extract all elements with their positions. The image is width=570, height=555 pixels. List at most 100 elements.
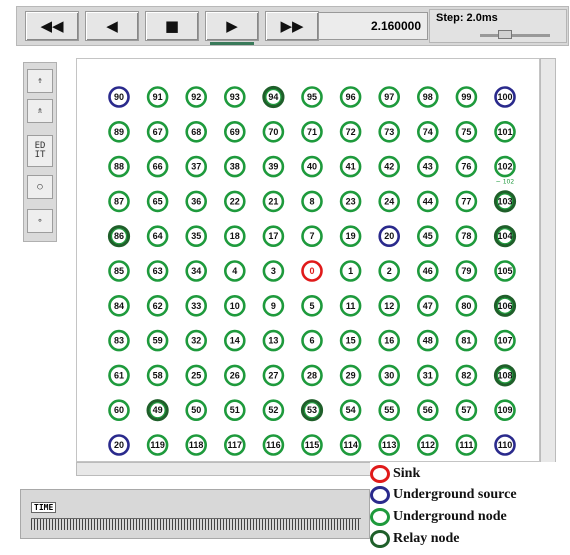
stop-button[interactable]: ■ xyxy=(145,11,199,41)
underground-node-9[interactable]: 9 xyxy=(262,295,285,317)
underground-node-27[interactable]: 27 xyxy=(262,364,285,387)
underground-node-60[interactable]: 60 xyxy=(108,399,130,422)
relay-node-49[interactable]: 49 xyxy=(146,399,169,422)
relay-node-108[interactable]: 108 xyxy=(493,364,517,387)
underground-node-22[interactable]: 22 xyxy=(224,190,246,213)
fast-forward-button[interactable]: ▶▶ xyxy=(265,11,319,41)
underground-node-50[interactable]: 50 xyxy=(185,399,207,422)
underground-node-68[interactable]: 68 xyxy=(185,121,207,143)
underground-node-74[interactable]: 74 xyxy=(416,121,439,143)
underground-node-102[interactable]: 102 xyxy=(494,155,516,178)
underground-node-17[interactable]: 17 xyxy=(262,225,285,247)
step-back-button[interactable]: ◀ xyxy=(85,11,139,41)
underground-node-97[interactable]: 97 xyxy=(378,86,401,108)
underground-node-119[interactable]: 119 xyxy=(146,434,169,456)
underground-node-117[interactable]: 117 xyxy=(224,434,246,456)
underground-node-70[interactable]: 70 xyxy=(262,121,285,143)
underground-node-81[interactable]: 81 xyxy=(455,329,478,352)
underground-node-5[interactable]: 5 xyxy=(301,295,323,317)
underground-node-48[interactable]: 48 xyxy=(416,329,439,352)
rewind-button[interactable]: ◀◀ xyxy=(25,11,79,41)
zoom-in-button[interactable]: ⇮ xyxy=(27,69,53,93)
underground-node-35[interactable]: 35 xyxy=(185,225,207,247)
underground-node-63[interactable]: 63 xyxy=(146,260,169,282)
timeline-ruler[interactable] xyxy=(31,518,361,530)
underground-node-42[interactable]: 42 xyxy=(378,155,401,178)
underground-node-65[interactable]: 65 xyxy=(146,190,169,213)
underground-node-61[interactable]: 61 xyxy=(108,364,130,387)
underground-node-96[interactable]: 96 xyxy=(339,86,362,108)
underground-node-80[interactable]: 80 xyxy=(455,295,478,317)
underground-node-105[interactable]: 105 xyxy=(494,260,516,282)
underground-node-41[interactable]: 41 xyxy=(339,155,362,178)
underground-node-34[interactable]: 34 xyxy=(185,260,207,282)
underground-node-7[interactable]: 7 xyxy=(301,225,323,247)
underground-node-64[interactable]: 64 xyxy=(146,225,169,247)
circle-large-button[interactable]: ○ xyxy=(27,175,53,199)
underground-node-92[interactable]: 92 xyxy=(185,86,207,108)
underground-node-109[interactable]: 109 xyxy=(494,399,516,422)
underground-node-116[interactable]: 116 xyxy=(262,434,285,456)
edit-button[interactable]: ED IT xyxy=(27,135,53,167)
underground-node-66[interactable]: 66 xyxy=(146,155,169,178)
underground-node-33[interactable]: 33 xyxy=(185,295,207,317)
underground-node-79[interactable]: 79 xyxy=(455,260,478,282)
sink-node-0[interactable]: 0 xyxy=(301,260,323,282)
underground-node-14[interactable]: 14 xyxy=(224,329,246,352)
relay-node-106[interactable]: 106 xyxy=(493,294,517,317)
step-slider-thumb[interactable] xyxy=(498,30,512,39)
underground-node-31[interactable]: 31 xyxy=(416,364,439,387)
play-button[interactable]: ▶ xyxy=(205,11,259,45)
underground-node-71[interactable]: 71 xyxy=(301,121,323,143)
underground-node-38[interactable]: 38 xyxy=(224,155,246,178)
underground-node-76[interactable]: 76 xyxy=(455,155,478,178)
source-node-110[interactable]: 110 xyxy=(494,434,516,456)
underground-node-4[interactable]: 4 xyxy=(224,260,246,282)
underground-node-3[interactable]: 3 xyxy=(262,260,285,282)
underground-node-72[interactable]: 72 xyxy=(339,121,362,143)
source-node-20[interactable]: 20 xyxy=(108,434,130,456)
underground-node-47[interactable]: 47 xyxy=(416,295,439,317)
underground-node-40[interactable]: 40 xyxy=(301,155,323,178)
underground-node-45[interactable]: 45 xyxy=(416,225,439,247)
underground-node-12[interactable]: 12 xyxy=(378,295,401,317)
underground-node-30[interactable]: 30 xyxy=(378,364,401,387)
underground-node-88[interactable]: 88 xyxy=(108,155,130,178)
underground-node-113[interactable]: 113 xyxy=(378,434,401,456)
network-canvas[interactable]: 90 91 92 93 94 95 96 97 98 99 100 89 67 68 69 70 71 72 73 7… xyxy=(76,58,540,462)
underground-node-56[interactable]: 56 xyxy=(416,399,439,422)
underground-node-87[interactable]: 87 xyxy=(108,190,130,213)
underground-node-43[interactable]: 43 xyxy=(416,155,439,178)
underground-node-36[interactable]: 36 xyxy=(185,190,207,213)
circle-small-button[interactable]: ∘ xyxy=(27,209,53,233)
underground-node-57[interactable]: 57 xyxy=(455,399,478,422)
underground-node-6[interactable]: 6 xyxy=(301,329,323,352)
underground-node-15[interactable]: 15 xyxy=(339,329,362,352)
underground-node-25[interactable]: 25 xyxy=(185,364,207,387)
underground-node-118[interactable]: 118 xyxy=(185,434,207,456)
underground-node-1[interactable]: 1 xyxy=(339,260,362,282)
underground-node-28[interactable]: 28 xyxy=(301,364,323,387)
underground-node-75[interactable]: 75 xyxy=(455,121,478,143)
relay-node-86[interactable]: 86 xyxy=(107,225,131,248)
underground-node-62[interactable]: 62 xyxy=(146,295,169,317)
relay-node-104[interactable]: 104 xyxy=(493,225,517,248)
underground-node-99[interactable]: 99 xyxy=(455,86,478,108)
vertical-scrollbar[interactable] xyxy=(540,58,556,474)
underground-node-78[interactable]: 78 xyxy=(455,225,478,247)
underground-node-112[interactable]: 112 xyxy=(416,434,439,456)
underground-node-44[interactable]: 44 xyxy=(416,190,439,213)
underground-node-8[interactable]: 8 xyxy=(301,190,323,213)
underground-node-52[interactable]: 52 xyxy=(262,399,285,422)
step-slider-track[interactable] xyxy=(480,34,550,37)
underground-node-83[interactable]: 83 xyxy=(108,329,130,352)
underground-node-82[interactable]: 82 xyxy=(455,364,478,387)
underground-node-11[interactable]: 11 xyxy=(339,295,362,317)
underground-node-84[interactable]: 84 xyxy=(108,295,130,317)
underground-node-98[interactable]: 98 xyxy=(416,86,439,108)
underground-node-69[interactable]: 69 xyxy=(224,121,246,143)
underground-node-91[interactable]: 91 xyxy=(146,86,169,108)
zoom-out-button[interactable]: ⇯ xyxy=(27,99,53,123)
underground-node-19[interactable]: 19 xyxy=(339,225,362,247)
underground-node-107[interactable]: 107 xyxy=(494,329,516,352)
